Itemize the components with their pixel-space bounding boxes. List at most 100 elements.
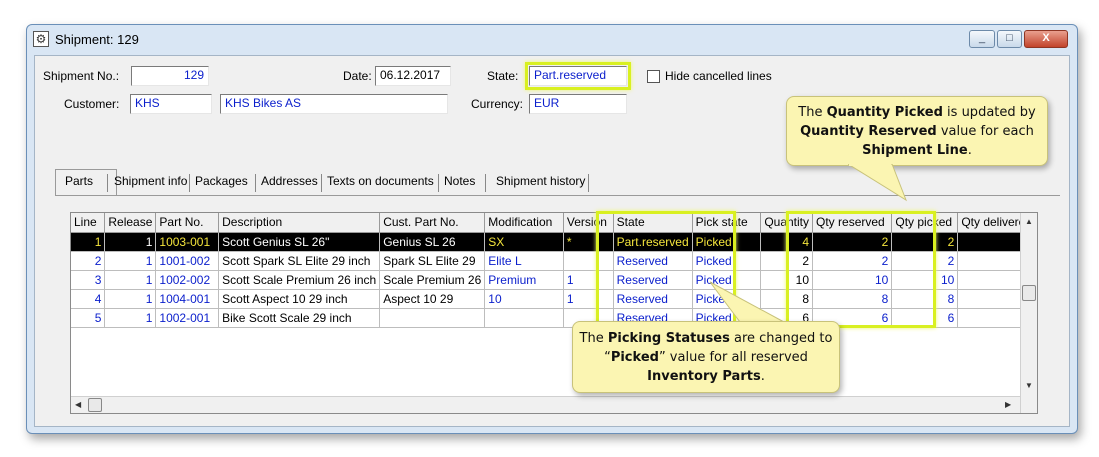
- tab-shipment-history[interactable]: Shipment history: [491, 174, 590, 188]
- cell-line[interactable]: 3: [71, 270, 106, 290]
- cell-line[interactable]: 1: [71, 232, 106, 252]
- cell-line[interactable]: 5: [71, 308, 106, 328]
- cell-release[interactable]: 1: [104, 289, 157, 309]
- cell-release[interactable]: 1: [104, 251, 157, 271]
- vertical-scroll-thumb[interactable]: [1022, 285, 1036, 301]
- scroll-up-arrow-icon[interactable]: ▲: [1025, 217, 1033, 227]
- cell-qty-picked[interactable]: 6: [891, 308, 959, 328]
- shipment-no-field[interactable]: 129: [131, 66, 209, 86]
- callout-picking-status-pointer: [709, 281, 785, 323]
- shipment-no-label: Shipment No.:: [43, 69, 120, 83]
- close-button[interactable]: X: [1024, 30, 1068, 48]
- cell-modification[interactable]: Premium: [484, 270, 564, 290]
- cell-line[interactable]: 4: [71, 289, 106, 309]
- cell-cust-part-no[interactable]: [379, 308, 486, 328]
- cell-qty-reserved[interactable]: 2: [812, 232, 893, 252]
- horizontal-scroll-thumb[interactable]: [88, 398, 102, 412]
- col-header-line[interactable]: Line: [71, 213, 106, 233]
- cell-part-no[interactable]: 1001-002: [155, 251, 220, 271]
- col-header-cust-part-no[interactable]: Cust. Part No.: [379, 213, 486, 233]
- title-bar[interactable]: ⚙ Shipment: 129 _ □ X: [27, 25, 1077, 55]
- col-header-version[interactable]: Version: [563, 213, 614, 233]
- currency-field[interactable]: EUR: [529, 94, 627, 114]
- minimize-button[interactable]: _: [969, 30, 995, 48]
- cell-version[interactable]: 1: [563, 270, 614, 290]
- cell-description[interactable]: Scott Scale Premium 26 inch: [218, 270, 381, 290]
- cell-release[interactable]: 1: [104, 308, 157, 328]
- cell-modification[interactable]: [484, 308, 564, 328]
- cell-part-no[interactable]: 1002-002: [155, 270, 220, 290]
- cell-state[interactable]: Part.reserved: [613, 232, 693, 252]
- table-row[interactable]: 5 1 1002-001 Bike Scott Scale 29 inch Re…: [71, 308, 1037, 328]
- cell-qty-picked[interactable]: 8: [891, 289, 959, 309]
- tab-addresses[interactable]: Addresses: [256, 174, 323, 188]
- cell-modification[interactable]: 10: [484, 289, 564, 309]
- grid-vertical-scrollbar[interactable]: ▲ ▼: [1020, 213, 1037, 413]
- cell-description[interactable]: Scott Genius SL 26": [218, 232, 381, 252]
- state-label: State:: [487, 69, 519, 83]
- cell-modification[interactable]: SX: [484, 232, 564, 252]
- cell-qty-reserved[interactable]: 10: [812, 270, 893, 290]
- tab-notes[interactable]: Notes: [439, 174, 480, 188]
- cell-qty-reserved[interactable]: 8: [812, 289, 893, 309]
- cell-state[interactable]: Reserved: [613, 289, 693, 309]
- cell-cust-part-no[interactable]: Aspect 10 29: [379, 289, 486, 309]
- shipment-lines-table: Line Release Part No. Description Cust. …: [71, 213, 1037, 328]
- cell-release[interactable]: 1: [104, 270, 157, 290]
- cell-version[interactable]: [563, 251, 614, 271]
- cell-part-no[interactable]: 1002-001: [155, 308, 220, 328]
- col-header-pick-state[interactable]: Pick state: [692, 213, 762, 233]
- tab-parts[interactable]: Parts: [60, 174, 98, 188]
- tab-shipment-info[interactable]: Shipment info: [109, 174, 192, 188]
- cell-qty-picked[interactable]: 2: [891, 251, 959, 271]
- scroll-left-arrow-icon[interactable]: ◀: [75, 400, 81, 410]
- col-header-state[interactable]: State: [613, 213, 693, 233]
- cell-modification[interactable]: Elite L: [484, 251, 564, 271]
- col-header-part-no[interactable]: Part No.: [155, 213, 220, 233]
- cell-version[interactable]: 1: [563, 289, 614, 309]
- scroll-right-arrow-icon[interactable]: ▶: [1005, 400, 1011, 410]
- cell-description[interactable]: Bike Scott Scale 29 inch: [218, 308, 381, 328]
- tab-texts-on-documents[interactable]: Texts on documents: [322, 174, 439, 188]
- cell-description[interactable]: Scott Aspect 10 29 inch: [218, 289, 381, 309]
- cell-cust-part-no[interactable]: Spark SL Elite 29: [379, 251, 486, 271]
- hide-cancelled-checkbox[interactable]: [647, 70, 660, 83]
- col-header-description[interactable]: Description: [218, 213, 381, 233]
- cell-version[interactable]: *: [563, 232, 614, 252]
- cell-release[interactable]: 1: [104, 232, 157, 252]
- col-header-qty-picked[interactable]: Qty picked: [891, 213, 959, 233]
- maximize-button[interactable]: □: [997, 30, 1022, 48]
- cell-part-no[interactable]: 1004-001: [155, 289, 220, 309]
- table-row[interactable]: 2 1 1001-002 Scott Spark SL Elite 29 inc…: [71, 251, 1037, 271]
- cell-line[interactable]: 2: [71, 251, 106, 271]
- table-row[interactable]: 3 1 1002-002 Scott Scale Premium 26 inch…: [71, 270, 1037, 290]
- state-field[interactable]: Part.reserved: [529, 66, 627, 86]
- col-header-release[interactable]: Release: [104, 213, 157, 233]
- customer-code-field[interactable]: KHS: [130, 94, 212, 114]
- cell-pick-state[interactable]: Picked: [692, 251, 762, 271]
- grid-horizontal-scrollbar[interactable]: ◀ ▶: [71, 396, 1020, 413]
- scroll-down-arrow-icon[interactable]: ▼: [1025, 381, 1033, 391]
- cell-pick-state[interactable]: Picked: [692, 232, 762, 252]
- table-row[interactable]: 1 1 1003-001 Scott Genius SL 26" Genius …: [71, 232, 1037, 252]
- customer-label: Customer:: [64, 97, 120, 111]
- cell-description[interactable]: Scott Spark SL Elite 29 inch: [218, 251, 381, 271]
- cell-state[interactable]: Reserved: [613, 251, 693, 271]
- tab-packages[interactable]: Packages: [190, 174, 253, 188]
- cell-cust-part-no[interactable]: Genius SL 26: [379, 232, 486, 252]
- customer-name-field[interactable]: KHS Bikes AS: [220, 94, 448, 114]
- col-header-qty-reserved[interactable]: Qty reserved: [812, 213, 893, 233]
- shipment-lines-grid[interactable]: Line Release Part No. Description Cust. …: [70, 212, 1038, 414]
- cell-part-no[interactable]: 1003-001: [155, 232, 220, 252]
- cell-qty-reserved[interactable]: 2: [812, 251, 893, 271]
- cell-quantity[interactable]: 2: [760, 251, 814, 271]
- cell-quantity[interactable]: 4: [760, 232, 814, 252]
- date-field[interactable]: 06.12.2017: [375, 66, 451, 86]
- cell-qty-picked[interactable]: 2: [891, 232, 959, 252]
- cell-qty-picked[interactable]: 10: [891, 270, 959, 290]
- cell-cust-part-no[interactable]: Scale Premium 26: [379, 270, 486, 290]
- table-row[interactable]: 4 1 1004-001 Scott Aspect 10 29 inch Asp…: [71, 289, 1037, 309]
- cell-state[interactable]: Reserved: [613, 270, 693, 290]
- col-header-quantity[interactable]: Quantity: [760, 213, 814, 233]
- col-header-modification[interactable]: Modification: [484, 213, 564, 233]
